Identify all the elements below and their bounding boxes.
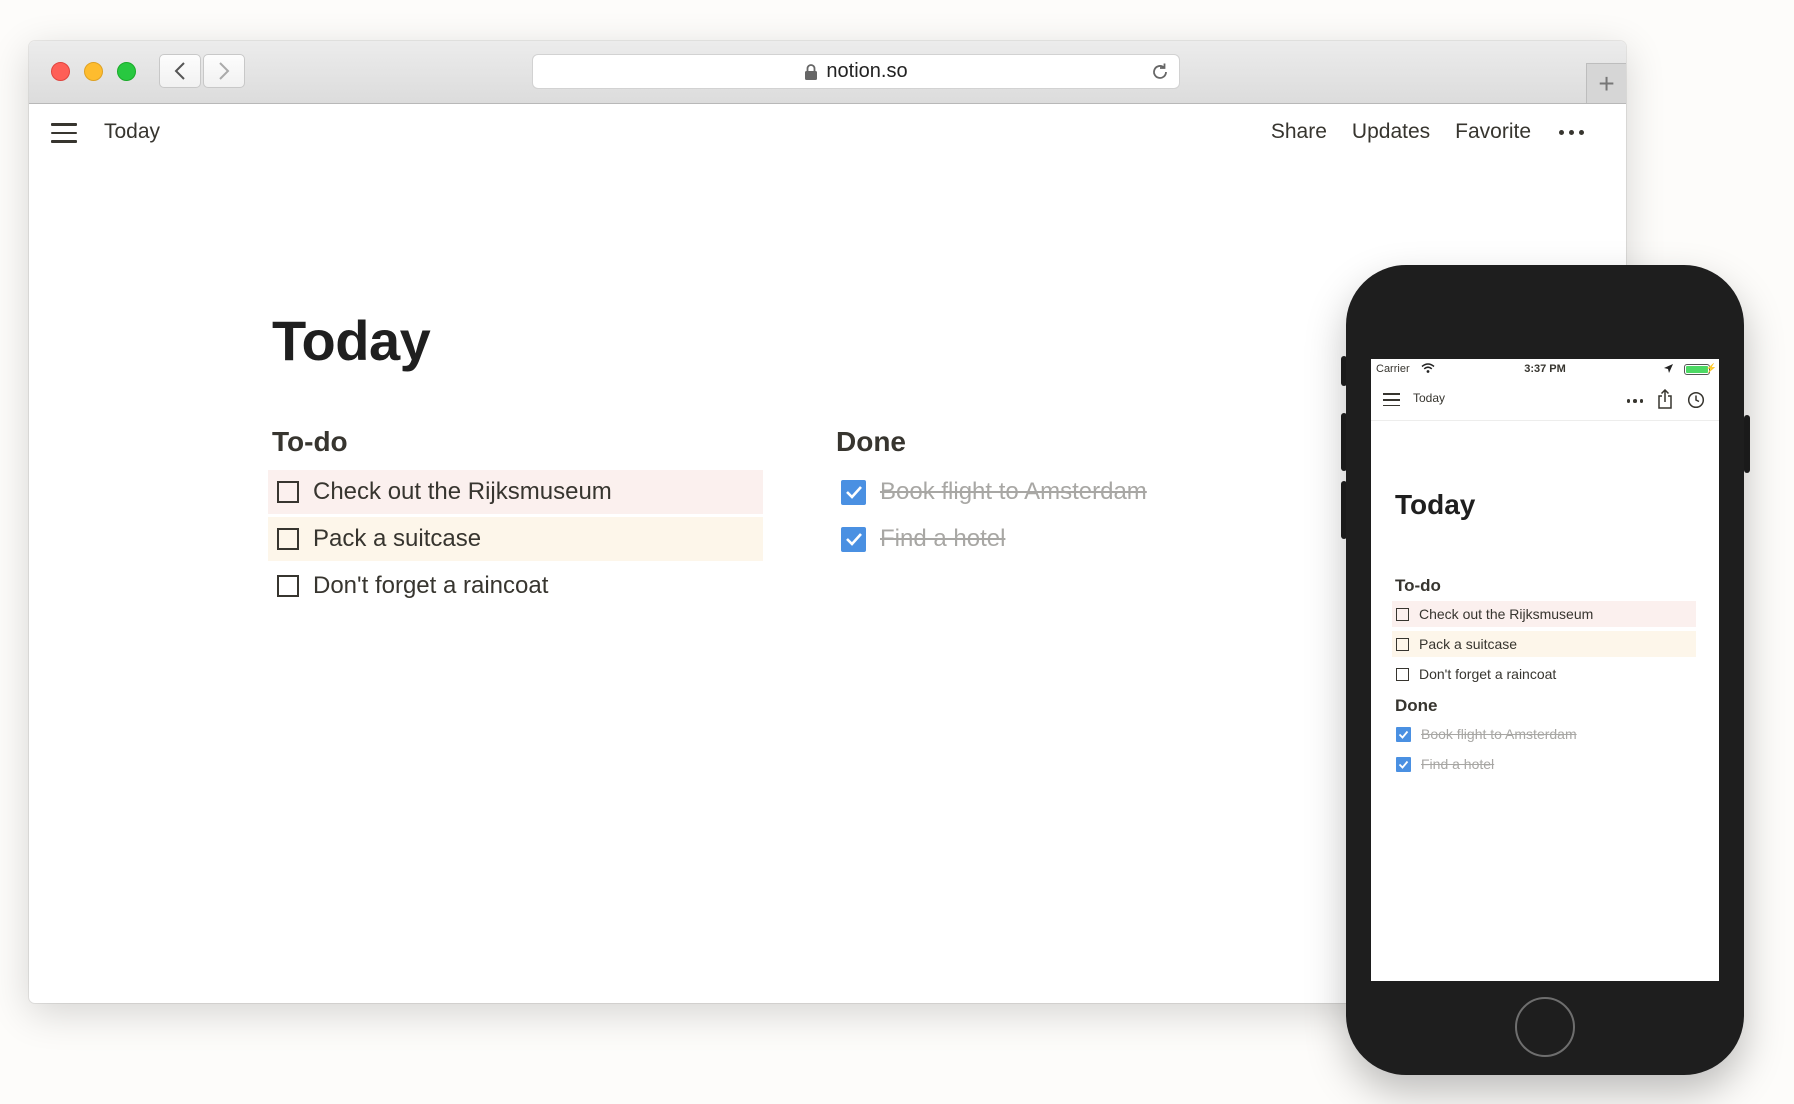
share-button[interactable]: Share (1271, 120, 1327, 144)
history-clock-icon[interactable] (1687, 391, 1705, 409)
reload-icon[interactable] (1149, 61, 1171, 83)
mobile-page-title[interactable]: Today (1395, 489, 1475, 521)
mobile-navbar: Today (1371, 381, 1719, 421)
chevron-left-icon (174, 62, 185, 80)
notion-topbar: Today Share Updates Favorite (29, 103, 1626, 163)
todo-list: Check out the Rijksmuseum Pack a suitcas… (268, 470, 763, 611)
back-button[interactable] (159, 54, 201, 88)
checkmark-icon (845, 486, 862, 499)
phone-screen: Carrier 3:37 PM ⚡ Today Today To-do Chec… (1371, 359, 1719, 981)
todo-heading[interactable]: To-do (272, 426, 348, 458)
mobile-done-label: Find a hotel (1421, 756, 1495, 772)
mobile-todo-item[interactable]: Don't forget a raincoat (1392, 661, 1696, 687)
checked-checkbox[interactable] (1396, 726, 1411, 742)
new-tab-button[interactable]: + (1586, 63, 1626, 103)
done-item[interactable]: Book flight to Amsterdam (832, 470, 1232, 514)
phone-home-button[interactable] (1515, 997, 1575, 1057)
forward-button[interactable] (203, 54, 245, 88)
done-item[interactable]: Find a hotel (832, 517, 1232, 561)
checkbox[interactable] (277, 528, 299, 550)
topbar-actions: Share Updates Favorite (1246, 120, 1586, 144)
more-options-icon[interactable] (1625, 399, 1645, 403)
checkmark-icon (1398, 760, 1409, 769)
mobile-done-list: Book flight to Amsterdam Find a hotel (1392, 721, 1696, 781)
minimize-window-button[interactable] (84, 62, 103, 81)
checkbox[interactable] (1396, 607, 1409, 621)
mobile-done-item[interactable]: Book flight to Amsterdam (1392, 721, 1696, 747)
menu-icon[interactable] (51, 123, 77, 143)
url-text: notion.so (826, 60, 908, 82)
mobile-done-heading[interactable]: Done (1395, 696, 1438, 716)
menu-icon[interactable] (1383, 393, 1400, 407)
more-options-icon[interactable] (1556, 120, 1586, 144)
done-list: Book flight to Amsterdam Find a hotel (832, 470, 1232, 564)
checkbox[interactable] (1396, 667, 1409, 681)
chevron-right-icon (219, 62, 230, 80)
page-title[interactable]: Today (272, 308, 431, 373)
mobile-todo-label: Check out the Rijksmuseum (1419, 606, 1594, 622)
checked-checkbox[interactable] (1396, 756, 1411, 772)
charging-icon: ⚡ (1705, 363, 1717, 373)
status-bar: Carrier 3:37 PM ⚡ (1371, 359, 1719, 381)
checkmark-icon (845, 533, 862, 546)
todo-item-label: Check out the Rijksmuseum (313, 478, 612, 505)
mobile-done-item[interactable]: Find a hotel (1392, 751, 1696, 777)
breadcrumb[interactable]: Today (104, 120, 160, 144)
mobile-breadcrumb[interactable]: Today (1413, 391, 1445, 405)
mobile-todo-label: Don't forget a raincoat (1419, 666, 1557, 682)
close-window-button[interactable] (51, 62, 70, 81)
todo-item[interactable]: Pack a suitcase (268, 517, 763, 561)
plus-icon: + (1598, 67, 1615, 99)
todo-item-label: Don't forget a raincoat (313, 572, 549, 599)
location-arrow-icon (1664, 364, 1673, 373)
address-bar[interactable]: notion.so (532, 54, 1180, 89)
mobile-todo-item[interactable]: Check out the Rijksmuseum (1392, 601, 1696, 627)
todo-item[interactable]: Check out the Rijksmuseum (268, 470, 763, 514)
mobile-done-label: Book flight to Amsterdam (1421, 726, 1577, 742)
done-item-label: Find a hotel (880, 525, 1006, 552)
mobile-todo-heading[interactable]: To-do (1395, 576, 1441, 596)
checked-checkbox[interactable] (841, 479, 866, 505)
mobile-todo-list: Check out the Rijksmuseum Pack a suitcas… (1392, 601, 1696, 691)
share-icon[interactable] (1657, 389, 1673, 409)
done-heading[interactable]: Done (836, 426, 906, 458)
updates-button[interactable]: Updates (1352, 120, 1430, 144)
checked-checkbox[interactable] (841, 526, 866, 552)
lock-icon (805, 63, 818, 80)
favorite-button[interactable]: Favorite (1455, 120, 1531, 144)
todo-item-label: Pack a suitcase (313, 525, 482, 552)
checkbox[interactable] (277, 575, 299, 597)
browser-titlebar: notion.so + (29, 41, 1626, 104)
mobile-todo-item[interactable]: Pack a suitcase (1392, 631, 1696, 657)
done-item-label: Book flight to Amsterdam (880, 478, 1147, 505)
checkbox[interactable] (277, 481, 299, 503)
checkmark-icon (1398, 730, 1409, 739)
checkbox[interactable] (1396, 637, 1409, 651)
todo-item[interactable]: Don't forget a raincoat (268, 564, 763, 608)
phone-power-button (1744, 415, 1750, 473)
mobile-todo-label: Pack a suitcase (1419, 636, 1518, 652)
fullscreen-window-button[interactable] (117, 62, 136, 81)
